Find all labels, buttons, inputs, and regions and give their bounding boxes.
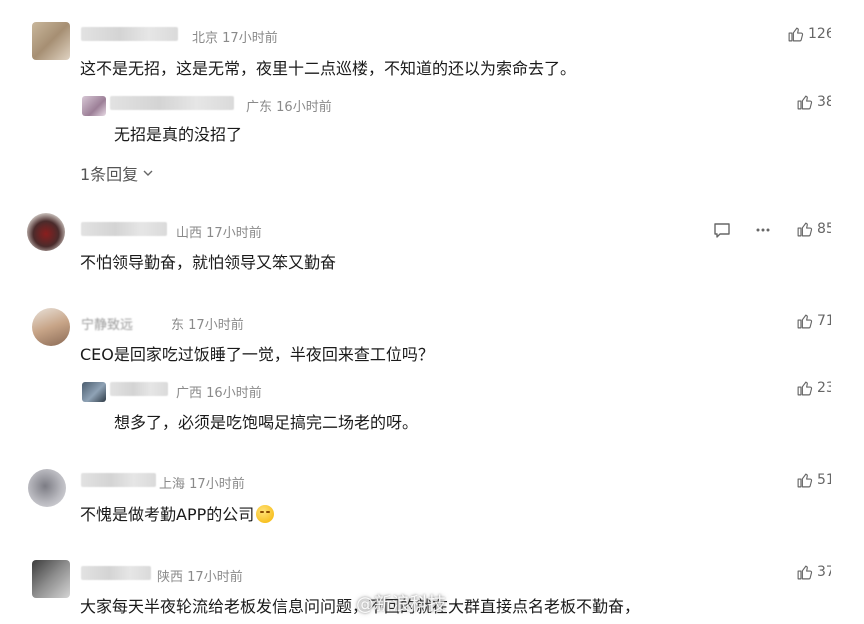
avatar[interactable] bbox=[32, 308, 70, 346]
thumbs-up-icon bbox=[796, 94, 813, 111]
like-count: 126 bbox=[808, 26, 831, 42]
thumbs-up-icon bbox=[796, 380, 813, 397]
avatar[interactable] bbox=[82, 382, 106, 402]
timestamp: 17小时前 bbox=[189, 477, 245, 492]
avatar[interactable] bbox=[32, 22, 70, 60]
comment-meta: 陕西 17小时前 bbox=[157, 566, 243, 585]
watermark: @新浪科技 bbox=[356, 594, 446, 615]
avatar[interactable] bbox=[27, 213, 65, 251]
reply-meta: 广东 16小时前 bbox=[246, 96, 332, 115]
reply-text: 想多了，必须是吃饱喝足搞完二场老的呀。 bbox=[114, 413, 419, 432]
username-blurred[interactable] bbox=[110, 382, 168, 396]
like-button[interactable]: 38 bbox=[796, 92, 831, 112]
comment-meta: 山西 17小时前 bbox=[176, 222, 262, 241]
like-button[interactable]: 85 bbox=[796, 219, 831, 239]
like-count: 51 bbox=[817, 472, 831, 488]
like-count: 23 bbox=[817, 380, 831, 396]
username-blurred[interactable] bbox=[81, 473, 156, 487]
like-button[interactable]: 71 bbox=[796, 311, 831, 331]
comment-text: CEO是回家吃过饭睡了一觉，半夜回来查工位吗？ bbox=[80, 345, 434, 364]
thumbs-up-icon bbox=[796, 564, 813, 581]
expand-replies-button[interactable]: 1条回复 bbox=[80, 161, 154, 185]
comment-text: 不愧是做考勤APP的公司 bbox=[80, 501, 275, 525]
thumbs-up-icon bbox=[796, 221, 813, 238]
reply-meta: 广西 16小时前 bbox=[176, 382, 262, 401]
like-count: 37 bbox=[817, 564, 831, 580]
like-count: 38 bbox=[817, 94, 831, 110]
location: 广东 bbox=[246, 100, 273, 115]
avatar[interactable] bbox=[82, 96, 106, 116]
timestamp: 17小时前 bbox=[188, 318, 244, 333]
username-blurred[interactable] bbox=[81, 566, 151, 580]
location: 广西 bbox=[176, 386, 203, 401]
username-blurred[interactable] bbox=[81, 222, 167, 236]
username-blurred[interactable] bbox=[81, 27, 178, 41]
timestamp: 16小时前 bbox=[276, 100, 332, 115]
timestamp: 17小时前 bbox=[222, 31, 278, 46]
comment-text-body: 不愧是做考勤APP的公司 bbox=[80, 505, 255, 524]
avatar[interactable] bbox=[32, 560, 70, 598]
like-button[interactable]: 37 bbox=[796, 562, 831, 582]
location: 东 bbox=[171, 318, 185, 333]
chevron-down-icon bbox=[143, 170, 153, 176]
location: 山西 bbox=[176, 226, 203, 241]
comment-icon[interactable] bbox=[713, 221, 731, 239]
username-partial: 宁静致远 bbox=[81, 318, 134, 333]
comment-meta: 东 17小时前 bbox=[171, 314, 244, 333]
reply-text: 无招是真的没招了 bbox=[114, 125, 243, 144]
reply-count-label: 1条回复 bbox=[80, 165, 139, 184]
comment-meta: 上海 17小时前 bbox=[159, 473, 245, 492]
username[interactable]: 宁静致远 bbox=[81, 314, 133, 333]
username-blurred[interactable] bbox=[110, 96, 234, 110]
more-icon[interactable] bbox=[754, 221, 772, 239]
like-button[interactable]: 126 bbox=[787, 24, 831, 44]
thumbs-up-icon bbox=[787, 26, 804, 43]
location: 北京 bbox=[192, 31, 219, 46]
comment-meta: 北京 17小时前 bbox=[192, 27, 278, 46]
like-count: 71 bbox=[817, 313, 831, 329]
timestamp: 17小时前 bbox=[187, 570, 243, 585]
location: 陕西 bbox=[157, 570, 184, 585]
like-button[interactable]: 51 bbox=[796, 470, 831, 490]
location: 上海 bbox=[159, 477, 186, 492]
avatar[interactable] bbox=[28, 469, 66, 507]
like-count: 85 bbox=[817, 221, 831, 237]
comment-text: 这不是无招，这是无常，夜里十二点巡楼，不知道的还以为索命去了。 bbox=[80, 59, 577, 78]
timestamp: 17小时前 bbox=[206, 226, 262, 241]
thumbs-up-icon bbox=[796, 313, 813, 330]
sweat-smile-emoji-icon bbox=[256, 505, 275, 523]
timestamp: 16小时前 bbox=[206, 386, 262, 401]
like-button[interactable]: 23 bbox=[796, 378, 831, 398]
comment-text: 不怕领导勤奋，就怕领导又笨又勤奋 bbox=[80, 253, 337, 272]
thumbs-up-icon bbox=[796, 472, 813, 489]
